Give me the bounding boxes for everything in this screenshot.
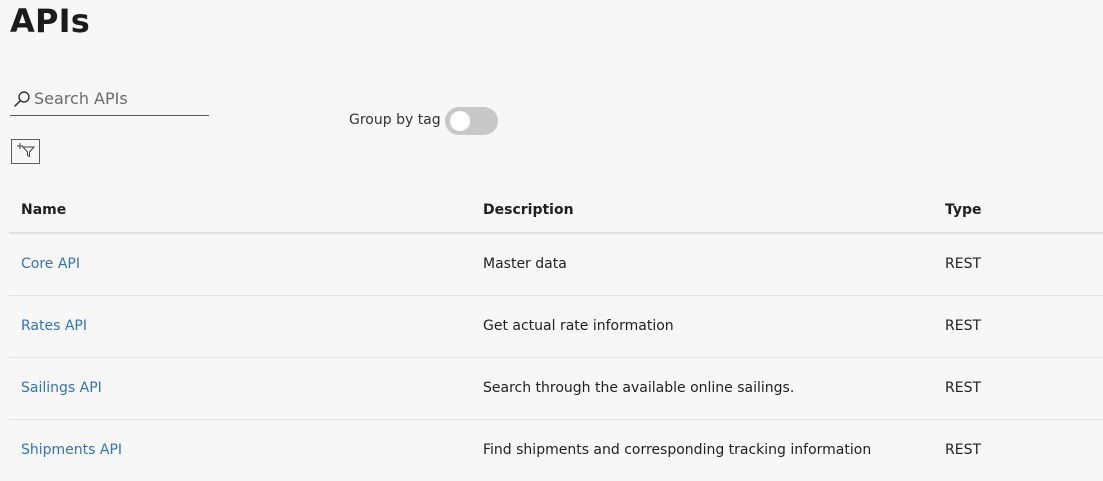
page-title: APIs (10, 2, 90, 40)
api-link-shipments[interactable]: Shipments API (21, 442, 122, 458)
api-description-cell: Get actual rate information (471, 295, 933, 358)
api-link-rates[interactable]: Rates API (21, 318, 87, 334)
api-link-sailings[interactable]: Sailings API (21, 380, 102, 396)
api-type-cell: REST (933, 233, 1103, 296)
search-icon (12, 89, 32, 109)
api-name-cell: Core API (9, 233, 471, 296)
search-input[interactable] (34, 86, 204, 111)
api-type-cell: REST (933, 357, 1103, 420)
table-row: Rates API Get actual rate information RE… (9, 295, 1103, 358)
api-description-cell: Find shipments and corresponding trackin… (483, 442, 872, 459)
api-type-cell: REST (933, 295, 1103, 358)
api-name-cell: Sailings API (9, 357, 471, 420)
table-row: Core API Master data REST (9, 233, 1103, 296)
api-description-cell: Master data (471, 233, 933, 296)
api-description-cell: Search through the available online sail… (471, 357, 933, 420)
toggle-knob (450, 111, 470, 131)
add-filter-button[interactable] (11, 139, 40, 164)
column-header-name: Name (9, 187, 471, 234)
search-box[interactable] (10, 82, 209, 116)
api-table: Name Description Type Core API Master da… (9, 187, 1103, 481)
column-header-description: Description (471, 187, 933, 234)
group-by-tag-label: Group by tag (349, 112, 441, 128)
api-name-cell: Rates API (9, 295, 471, 358)
api-name-cell: Shipments API (9, 419, 471, 481)
table-header-row: Name Description Type (9, 187, 1103, 234)
table-row: Shipments API Find shipments and corresp… (9, 419, 1103, 481)
api-link-core[interactable]: Core API (21, 256, 80, 272)
api-type-cell: REST (945, 442, 982, 459)
column-header-type: Type (933, 187, 1103, 234)
table-row: Sailings API Search through the availabl… (9, 357, 1103, 420)
add-filter-icon (16, 141, 36, 162)
group-by-tag-toggle[interactable] (445, 107, 498, 135)
